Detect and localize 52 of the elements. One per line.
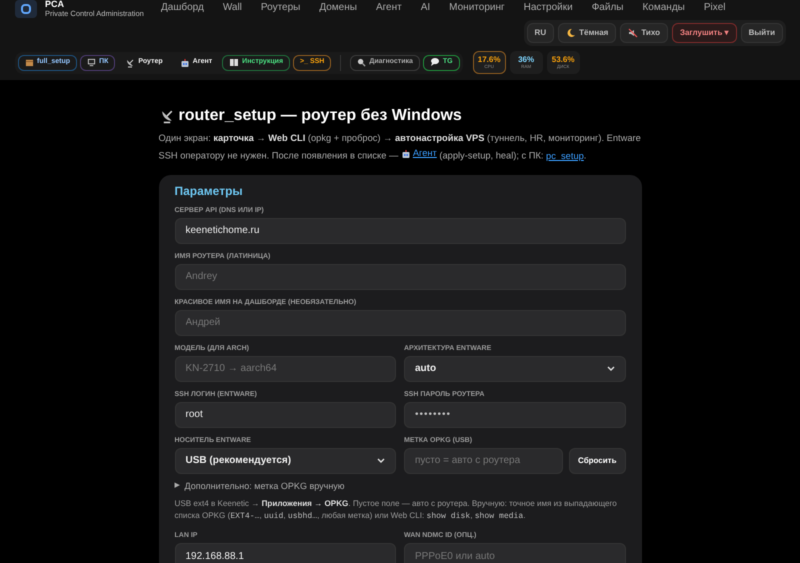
nav-link[interactable]: AI — [420, 0, 430, 15]
input-field[interactable]: 192.168.88.1 — [174, 543, 396, 563]
stat-value: 53.6% — [552, 56, 574, 64]
dropdown[interactable]: auto — [404, 356, 626, 382]
nav-link[interactable]: Агент — [376, 0, 402, 15]
link[interactable]: pc_setup — [546, 148, 584, 164]
header-button[interactable]: Тёмная — [558, 23, 616, 43]
header-button[interactable]: Заглушить ▾ — [672, 23, 737, 43]
password-field[interactable]: •••••••• — [404, 402, 626, 428]
moon-icon — [566, 28, 576, 38]
header-button[interactable]: RU — [526, 23, 554, 43]
nav-link[interactable]: Wall — [222, 0, 242, 15]
details-toggle[interactable]: Дополнительно: метка OPKG вручную — [184, 480, 345, 493]
nav-link[interactable]: Команды — [642, 0, 685, 15]
input-field[interactable]: root — [174, 402, 396, 428]
satellite-dish-icon — [125, 58, 136, 68]
brand-title: PCA — [45, 0, 66, 9]
stat-value: 36% — [518, 56, 534, 64]
nav-link[interactable]: Роутеры — [260, 0, 300, 15]
header-button[interactable]: Тихо — [620, 23, 668, 43]
logo-icon — [15, 0, 37, 18]
chevron-down-icon — [377, 458, 385, 464]
chevron-down-icon — [606, 366, 614, 372]
link[interactable]: Агент — [400, 146, 437, 161]
book-icon — [229, 58, 240, 67]
nav-link[interactable]: Дашборд — [161, 0, 204, 15]
intro-text: Один экран: карточка → Web CLI (opkg + проброс) → автонастройка VPS (туннель, HR, мониторинг). Entware SSH оператору не нужен. После появления в списке — Агент (apply-setup, heal); с ПК: pc_setup. — [158, 131, 642, 164]
robot-icon — [400, 148, 411, 158]
input-field[interactable]: PPPoE0 или auto — [404, 543, 626, 563]
magnifier-icon — [357, 58, 366, 67]
header-button[interactable]: Выйти — [740, 23, 783, 43]
monitor-icon — [87, 58, 96, 67]
input-field[interactable]: Андрей — [174, 310, 626, 336]
reset-button[interactable]: Сбросить — [569, 448, 626, 474]
package-icon — [25, 58, 34, 67]
input-field[interactable]: пусто = авто с роутера — [404, 448, 564, 474]
nav-link[interactable]: Настройки — [524, 0, 573, 15]
stat-value: 17.6% — [478, 56, 500, 64]
card-title: Параметры — [174, 182, 244, 200]
input-field[interactable]: KN-2710 → aarch64 — [174, 356, 396, 382]
page-title: router_setup — роутер без Windows — [178, 106, 462, 126]
nav-link[interactable]: Домены — [319, 0, 357, 15]
input-field[interactable]: keenetichome.ru — [174, 218, 626, 244]
speech-bubble-icon — [430, 58, 440, 67]
input-field[interactable]: Andrey — [174, 264, 626, 290]
dropdown[interactable]: USB (рекомендуется) — [174, 448, 396, 474]
nav-link[interactable]: Мониторинг — [449, 0, 505, 15]
muted-speaker-icon — [628, 28, 638, 38]
nav-link[interactable]: Pixel — [704, 0, 726, 15]
help-text: USB ext4 в Keenetic → Приложения → OPKG. Пустое поле — авто с роутера. Вручную: точное имя из выпадающего списка OPKG (EXT4-…, uuid, usbhd…, любая метка) или Web CLI: show disk, show media. — [174, 498, 618, 523]
nav-link[interactable]: Файлы — [592, 0, 624, 15]
robot-icon — [180, 58, 190, 68]
